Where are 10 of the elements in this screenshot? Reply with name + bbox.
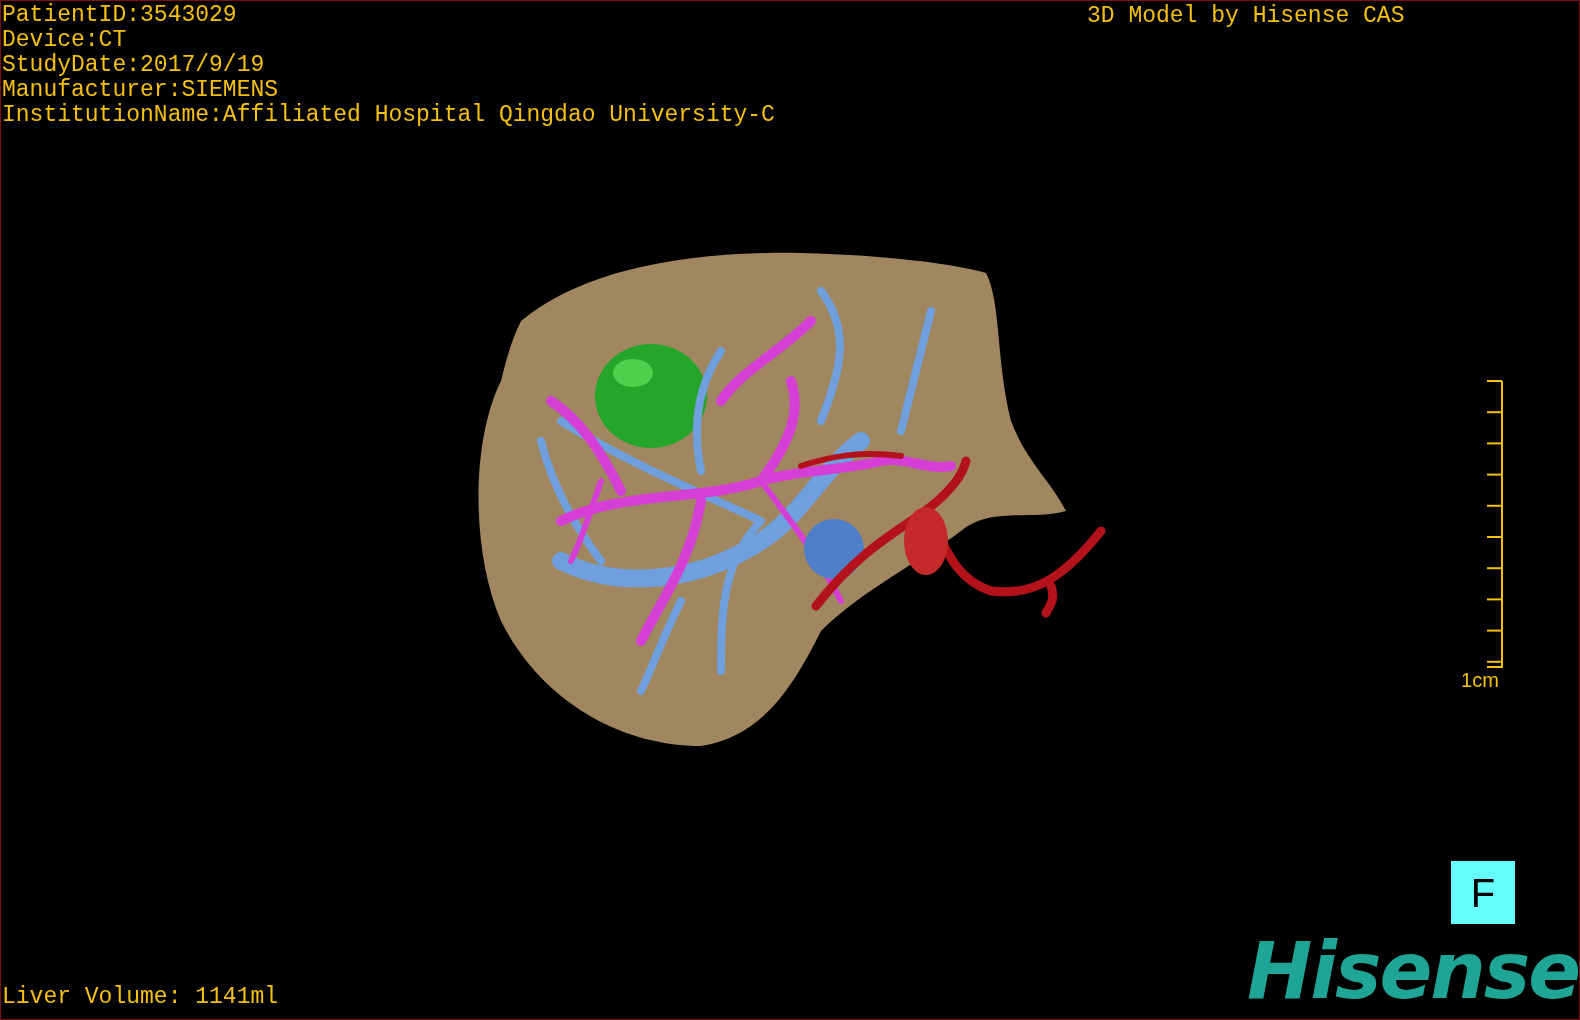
patient-info-text: PatientID:3543029: [2, 3, 238, 28]
brand-logo: Hisense: [1247, 929, 1579, 1013]
patient-info-text: StudyDate:2017/9/19: [2, 53, 266, 78]
patient-info-text: Device:CT: [2, 28, 128, 53]
patient-info-text: Manufacturer:SIEMENS: [2, 78, 280, 103]
liver-volume-text: Liver Volume: 1141ml: [2, 985, 279, 1010]
scale-label: 1cm: [1461, 669, 1499, 691]
patient-info-text: InstitutionName:Affiliated Hospital Qingdao University-C: [2, 103, 775, 128]
model-credit-text: 3D Model by Hisense CAS: [1087, 4, 1405, 29]
orientation-marker: F: [1451, 861, 1515, 924]
